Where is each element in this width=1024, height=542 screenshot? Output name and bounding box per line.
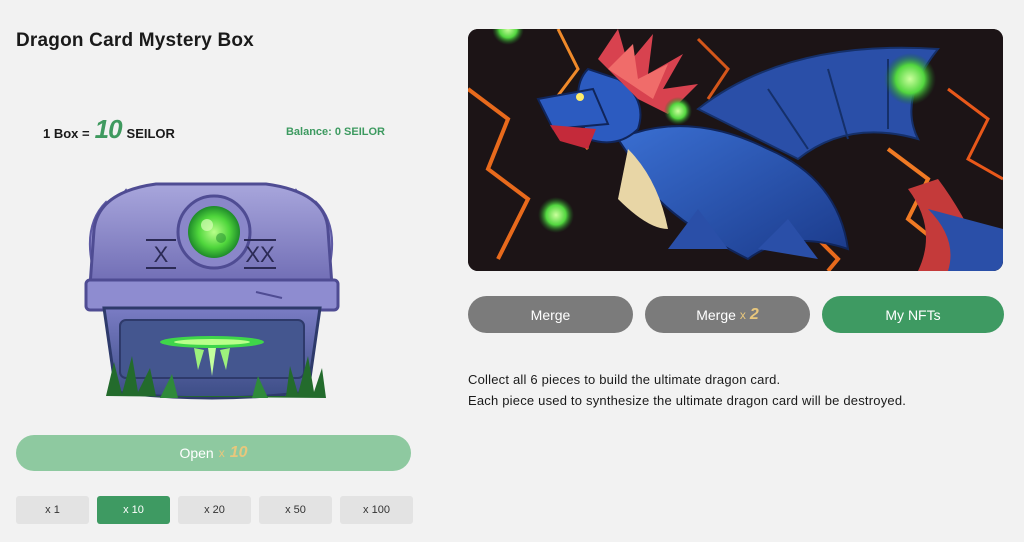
open-button-multiplier: x [218, 446, 225, 460]
dragon-illustration [468, 29, 1003, 271]
description: Collect all 6 pieces to build the ultima… [468, 369, 906, 411]
merge-multi-quantity: 2 [749, 305, 759, 323]
price-prefix: 1 Box = [43, 126, 90, 141]
open-button-label: Open [179, 445, 214, 461]
balance-label: Balance: 0 SEILOR [285, 126, 385, 138]
quantity-option-20[interactable]: x 20 [178, 496, 251, 524]
description-line-2: Each piece used to synthesize the ultima… [468, 393, 907, 408]
merge-multi-label: Merge [696, 306, 736, 323]
price-currency: SEILOR [126, 126, 175, 141]
gem-icon [188, 206, 240, 258]
my-nfts-button[interactable]: My NFTs [822, 296, 1004, 333]
box-price: 1 Box = 10 SEILOR [43, 114, 175, 145]
quantity-selector: x 1 x 10 x 20 x 50 x 100 [16, 496, 413, 524]
box-mark-left: X [154, 242, 169, 267]
quantity-option-1[interactable]: x 1 [16, 496, 89, 524]
merge-multi-button[interactable]: Merge x 2 [645, 296, 810, 333]
quantity-option-10[interactable]: x 10 [97, 496, 170, 524]
merge-button[interactable]: Merge [468, 296, 633, 333]
merge-multi-multiplier: x [739, 307, 746, 322]
open-box-button[interactable]: Open x 10 [16, 435, 411, 471]
mystery-box-illustration: X XX [84, 182, 340, 400]
description-line-1: Collect all 6 pieces to build the ultima… [468, 372, 781, 387]
page-title: Dragon Card Mystery Box [16, 30, 254, 51]
dragon-banner [468, 29, 1003, 271]
action-buttons: Merge Merge x 2 My NFTs [468, 296, 1004, 333]
box-mark-right: XX [245, 242, 275, 267]
open-button-quantity: 10 [229, 444, 248, 461]
quantity-option-100[interactable]: x 100 [340, 496, 413, 524]
price-row: 1 Box = 10 SEILOR Balance: 0 SEILOR [43, 114, 385, 150]
orb-icon [884, 53, 936, 105]
quantity-option-50[interactable]: x 50 [259, 496, 332, 524]
price-amount: 10 [94, 114, 123, 144]
